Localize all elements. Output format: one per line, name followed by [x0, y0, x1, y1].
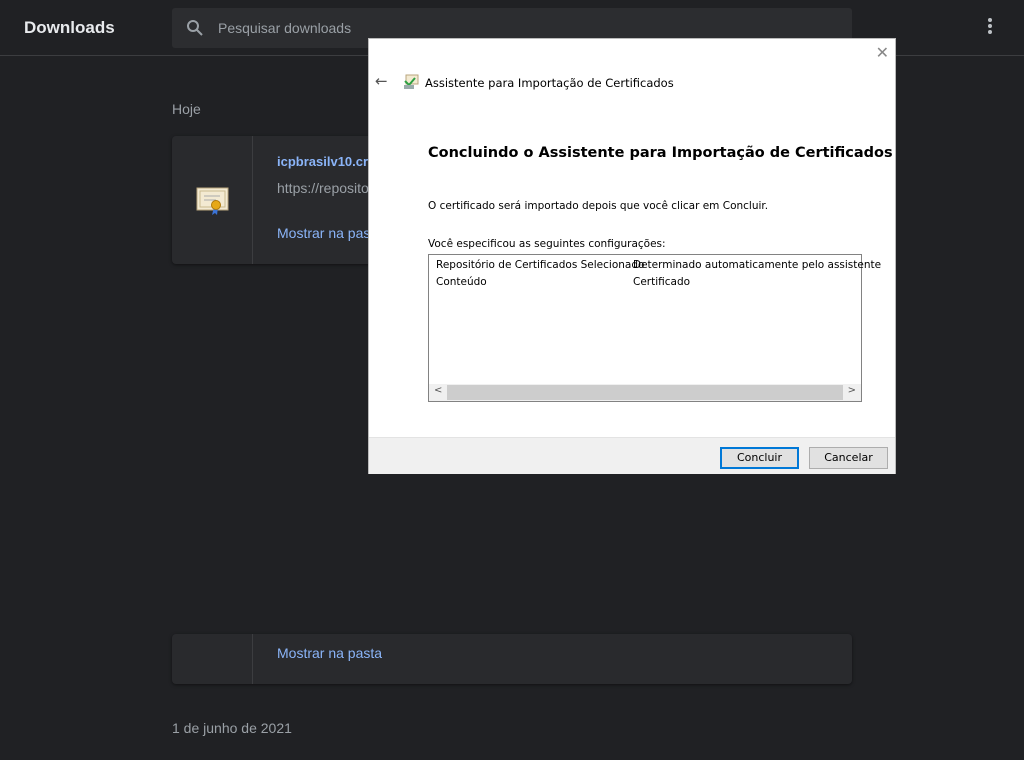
download-url[interactable]: https://repositor	[277, 180, 374, 196]
setting-value: Determinado automaticamente pelo assiste…	[633, 259, 882, 271]
setting-name: Repositório de Certificados Selecionado	[436, 259, 645, 271]
more-options-icon[interactable]	[982, 18, 998, 38]
scroll-right-icon[interactable]: >	[848, 385, 856, 396]
certificate-import-dialog: ✕ ← Assistente para Importação de Certif…	[368, 38, 896, 474]
cancel-button[interactable]: Cancelar	[809, 447, 888, 469]
scrollbar-thumb[interactable]	[447, 385, 843, 400]
dialog-message: O certificado será importado depois que …	[428, 200, 769, 212]
close-icon[interactable]: ✕	[876, 43, 889, 62]
finish-button[interactable]: Concluir	[720, 447, 799, 469]
divider	[252, 634, 253, 684]
download-filename-link[interactable]: icpbrasilv10.crt	[277, 154, 372, 169]
certificate-icon	[196, 187, 229, 215]
download-item: Mostrar na pasta	[172, 634, 852, 684]
divider	[252, 136, 253, 264]
dialog-footer: Concluir Cancelar	[369, 437, 895, 474]
show-in-folder-link[interactable]: Mostrar na pasta	[277, 225, 382, 241]
setting-name: Conteúdo	[436, 276, 487, 288]
certificate-wizard-icon	[404, 74, 419, 89]
settings-label: Você especificou as seguintes configuraç…	[428, 238, 666, 250]
page-title: Downloads	[24, 18, 115, 37]
dialog-heading: Concluindo o Assistente para Importação …	[428, 145, 893, 161]
show-in-folder-link[interactable]: Mostrar na pasta	[277, 645, 382, 661]
settings-list: Repositório de Certificados Selecionado …	[428, 254, 881, 402]
search-icon	[187, 20, 203, 36]
section-label-date: 1 de junho de 2021	[172, 720, 292, 736]
search-placeholder: Pesquisar downloads	[218, 20, 352, 36]
scroll-left-icon[interactable]: <	[434, 385, 442, 396]
setting-value: Certificado	[633, 276, 691, 288]
window-title: Assistente para Importação de Certificad…	[425, 76, 674, 90]
back-arrow-icon[interactable]: ←	[375, 72, 388, 90]
section-label-today: Hoje	[172, 101, 201, 117]
horizontal-scrollbar[interactable]: < >	[429, 384, 861, 401]
